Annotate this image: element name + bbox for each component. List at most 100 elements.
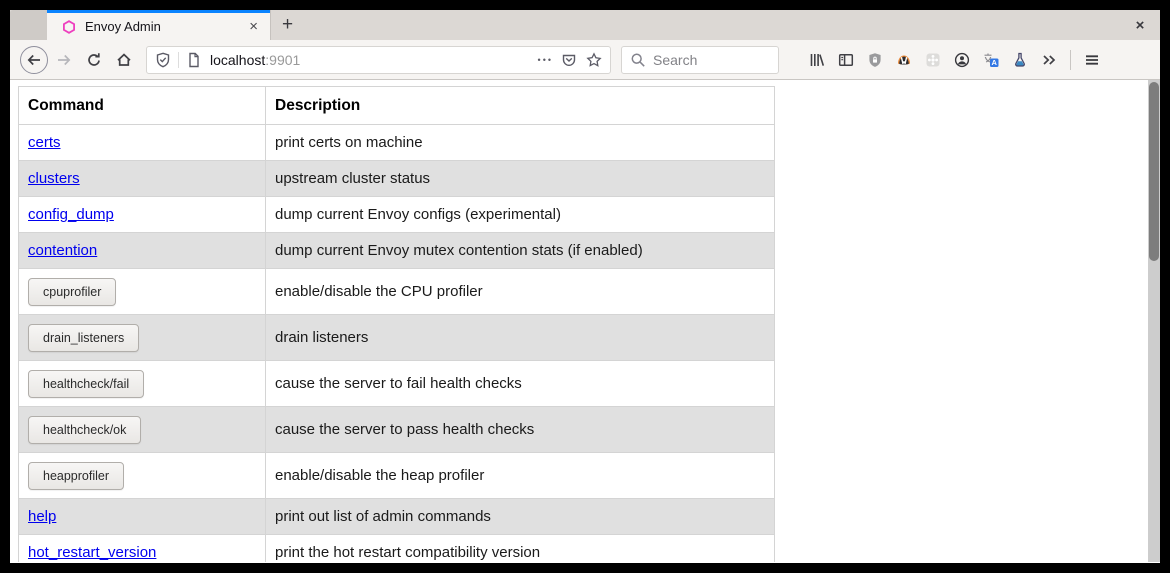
- disabled-extension-icon: [925, 52, 941, 68]
- urlbar-separator: [178, 52, 179, 68]
- library-button[interactable]: [809, 52, 825, 68]
- menu-button[interactable]: [1084, 52, 1100, 68]
- description-cell: print out list of admin commands: [266, 499, 775, 535]
- url-text[interactable]: localhost:9901: [210, 52, 538, 68]
- description-cell: print certs on machine: [266, 125, 775, 161]
- description-cell: enable/disable the heap profiler: [266, 453, 775, 499]
- command-column-header: Command: [19, 87, 266, 125]
- command-button[interactable]: heapprofiler: [28, 462, 124, 490]
- hamburger-menu-icon: [1084, 52, 1100, 68]
- description-cell: dump current Envoy configs (experimental…: [266, 197, 775, 233]
- command-cell: certs: [19, 125, 266, 161]
- forward-arrow-icon: [56, 52, 72, 68]
- double-chevron-icon: [1041, 52, 1057, 68]
- vertical-scrollbar[interactable]: [1148, 80, 1160, 562]
- command-button[interactable]: healthcheck/fail: [28, 370, 144, 398]
- table-header-row: Command Description: [19, 87, 775, 125]
- command-cell: hot_restart_version: [19, 535, 266, 563]
- account-button[interactable]: [954, 52, 970, 68]
- command-link[interactable]: config_dump: [28, 206, 114, 223]
- account-icon: [954, 52, 970, 68]
- page-info-icon[interactable]: [186, 52, 202, 68]
- url-bar[interactable]: localhost:9901 •••: [146, 46, 611, 74]
- toolbar-separator: [1070, 50, 1071, 70]
- command-cell: healthcheck/fail: [19, 361, 266, 407]
- scrollbar-thumb[interactable]: [1149, 82, 1159, 261]
- forward-button[interactable]: [56, 52, 72, 68]
- search-icon: [630, 52, 646, 68]
- description-cell: upstream cluster status: [266, 161, 775, 197]
- window-close-button[interactable]: ×: [1120, 10, 1160, 40]
- command-link[interactable]: hot_restart_version: [28, 544, 156, 561]
- overflow-button[interactable]: [1041, 52, 1057, 68]
- reload-icon: [86, 52, 102, 68]
- description-cell: cause the server to pass health checks: [266, 407, 775, 453]
- table-row: help print out list of admin commands: [19, 499, 775, 535]
- home-icon: [116, 52, 132, 68]
- shield-lock-extension-button[interactable]: [867, 52, 883, 68]
- description-cell: print the hot restart compatibility vers…: [266, 535, 775, 563]
- disabled-extension-button[interactable]: [925, 52, 941, 68]
- command-cell: healthcheck/ok: [19, 407, 266, 453]
- translate-icon: A: [983, 52, 999, 68]
- reload-button[interactable]: [86, 52, 102, 68]
- command-cell: heapprofiler: [19, 453, 266, 499]
- table-row: heapprofiler enable/disable the heap pro…: [19, 453, 775, 499]
- command-button[interactable]: healthcheck/ok: [28, 416, 141, 444]
- shield-lock-icon: [867, 52, 883, 68]
- tab-bar-space: [304, 10, 1120, 40]
- command-table-body: certs print certs on machine clusters up…: [19, 125, 775, 563]
- back-arrow-icon: [26, 52, 42, 68]
- command-link[interactable]: clusters: [28, 170, 80, 187]
- search-box[interactable]: [621, 46, 779, 74]
- description-cell: cause the server to fail health checks: [266, 361, 775, 407]
- table-row: certs print certs on machine: [19, 125, 775, 161]
- table-row: hot_restart_version print the hot restar…: [19, 535, 775, 563]
- badger-icon: [896, 52, 912, 68]
- back-button[interactable]: [20, 46, 48, 74]
- page-actions-icon[interactable]: •••: [538, 55, 553, 65]
- library-icon: [809, 52, 825, 68]
- description-cell: drain listeners: [266, 315, 775, 361]
- command-link[interactable]: help: [28, 508, 56, 525]
- translate-extension-button[interactable]: A: [983, 52, 999, 68]
- command-cell: config_dump: [19, 197, 266, 233]
- sidebar-icon: [838, 52, 854, 68]
- url-host: localhost: [210, 52, 265, 68]
- pre-tab-spacer: [10, 10, 47, 40]
- command-cell: drain_listeners: [19, 315, 266, 361]
- table-row: healthcheck/fail cause the server to fai…: [19, 361, 775, 407]
- table-row: config_dump dump current Envoy configs (…: [19, 197, 775, 233]
- command-cell: cpuprofiler: [19, 269, 266, 315]
- search-input[interactable]: [653, 52, 763, 68]
- description-column-header: Description: [266, 87, 775, 125]
- new-tab-button[interactable]: +: [270, 10, 304, 40]
- flask-icon: [1012, 52, 1028, 68]
- command-button[interactable]: cpuprofiler: [28, 278, 116, 306]
- table-row: cpuprofiler enable/disable the CPU profi…: [19, 269, 775, 315]
- description-cell: enable/disable the CPU profiler: [266, 269, 775, 315]
- table-row: drain_listeners drain listeners: [19, 315, 775, 361]
- page-content: Command Description certs print certs on…: [10, 80, 1160, 562]
- command-cell: clusters: [19, 161, 266, 197]
- toolbar-right-icons: A: [809, 50, 1100, 70]
- command-link[interactable]: contention: [28, 242, 97, 259]
- command-cell: help: [19, 499, 266, 535]
- nav-toolbar: localhost:9901 •••: [10, 40, 1160, 80]
- command-button[interactable]: drain_listeners: [28, 324, 139, 352]
- command-cell: contention: [19, 233, 266, 269]
- tab-close-icon[interactable]: ×: [245, 18, 262, 35]
- sidebar-button[interactable]: [838, 52, 854, 68]
- envoy-favicon-icon: [61, 19, 77, 35]
- badger-extension-button[interactable]: [896, 52, 912, 68]
- table-row: healthcheck/ok cause the server to pass …: [19, 407, 775, 453]
- tab-envoy-admin[interactable]: Envoy Admin ×: [47, 10, 270, 40]
- pocket-icon[interactable]: [561, 52, 577, 68]
- command-link[interactable]: certs: [28, 134, 61, 151]
- bookmark-star-icon[interactable]: [586, 52, 602, 68]
- browser-window: Envoy Admin × + ×: [10, 10, 1160, 563]
- svg-text:A: A: [991, 58, 997, 67]
- flask-extension-button[interactable]: [1012, 52, 1028, 68]
- home-button[interactable]: [116, 52, 132, 68]
- tracking-protection-shield-icon[interactable]: [155, 52, 171, 68]
